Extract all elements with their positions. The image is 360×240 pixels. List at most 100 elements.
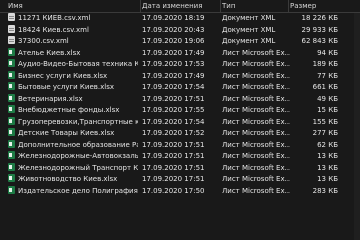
file-row[interactable]: 18424 Киев.csv.xml 17.09.2020 20:43 Докуме… [0, 24, 360, 37]
file-date: 17.09.2020 18:19 [142, 14, 205, 22]
excel-file-icon [8, 139, 15, 148]
file-date: 17.09.2020 17:50 [142, 186, 205, 195]
file-name-cell[interactable]: Аудио-Видео-Бытовая техника Киев.xlsx [8, 59, 138, 71]
file-row[interactable]: Бизнес услуги Киев.xlsx 17.09.2020 17:49 Л… [0, 70, 360, 83]
file-name-cell[interactable]: Грузоперевозки,Транспортные компан... [8, 116, 138, 129]
file-row[interactable]: Грузоперевозки,Транспортные компан... 17.… [0, 116, 360, 129]
column-divider[interactable] [220, 0, 221, 12]
file-name-cell[interactable]: Ателье Киев.xlsx [8, 47, 138, 60]
file-date: 17.09.2020 17:53 [142, 60, 205, 68]
file-row[interactable]: 37300.csv.xml 17.09.2020 19:06 Документ XM… [0, 36, 360, 48]
column-header-type[interactable]: Тип [222, 0, 288, 12]
file-size: 49 КБ [317, 94, 338, 103]
file-name-cell[interactable]: 18424 Киев.csv.xml [8, 24, 138, 37]
file-date: 17.09.2020 17:49 [142, 71, 205, 80]
file-row[interactable]: Бытовые услуги Киев.xlsx 17.09.2020 17:54… [0, 82, 360, 94]
file-name: Дополнительное образование Развива... [18, 140, 138, 149]
excel-file-icon [8, 151, 15, 159]
file-row[interactable]: Дополнительное образование Развива... 17.… [0, 139, 360, 152]
file-name: Железнодорожный Транспорт Киев.xl... [18, 163, 138, 172]
file-row[interactable]: Железнодорожный Транспорт Киев.xl... 17.0… [0, 162, 360, 175]
file-row[interactable]: Внебюджетные фонды.xlsx 17.09.2020 17:55 Л… [0, 105, 360, 117]
column-header-bar: Имя Дата изменения Тип Размер [0, 0, 360, 13]
file-list: 11271 КИЕВ.csv.xml 17.09.2020 18:19 Докуме… [0, 13, 360, 197]
file-name-cell[interactable]: Внебюджетные фонды.xlsx [8, 105, 138, 117]
file-row[interactable]: Животноводство Киев.xlsx 17.09.2020 17:51… [0, 174, 360, 186]
file-date: 17.09.2020 17:51 [142, 140, 205, 149]
file-row[interactable]: Ветеринария.xlsx 17.09.2020 17:51 Лист Mic… [0, 93, 360, 106]
file-date: 17.09.2020 17:55 [142, 106, 205, 114]
file-size: 13 КБ [317, 175, 338, 183]
file-date: 17.09.2020 17:54 [142, 83, 205, 91]
file-name-cell[interactable]: Детские Товары Киев.xlsx [8, 128, 138, 140]
file-name-cell[interactable]: Ветеринария.xlsx [8, 93, 138, 106]
file-size: 13 КБ [317, 152, 338, 160]
excel-file-icon [8, 59, 15, 67]
file-name: Ветеринария.xlsx [18, 94, 83, 103]
file-type: Лист Microsoft Ex... [222, 117, 290, 126]
file-date: 17.09.2020 17:51 [142, 152, 205, 160]
file-name-cell[interactable]: Железнодорожный Транспорт Киев.xl... [8, 162, 138, 175]
file-name-cell[interactable]: 11271 КИЕВ.csv.xml [8, 13, 138, 25]
file-row[interactable]: 11271 КИЕВ.csv.xml 17.09.2020 18:19 Докуме… [0, 13, 360, 25]
file-name-cell[interactable]: Бытовые услуги Киев.xlsx [8, 82, 138, 94]
excel-file-icon [8, 82, 15, 90]
file-size: 13 КБ [317, 163, 338, 172]
file-size: 15 КБ [317, 106, 338, 114]
file-name: Бытовые услуги Киев.xlsx [18, 83, 114, 91]
file-date: 17.09.2020 17:51 [142, 175, 205, 183]
file-type: Лист Microsoft Ex... [222, 129, 290, 137]
file-size: 283 КБ [312, 186, 338, 195]
file-name-cell[interactable]: 37300.csv.xml [8, 36, 138, 48]
file-name: Грузоперевозки,Транспортные компан... [18, 117, 138, 126]
file-name: Железнодорожные-Автовокзалы Киев... [18, 152, 138, 160]
file-name: Аудио-Видео-Бытовая техника Киев.xlsx [18, 60, 138, 68]
file-type: Лист Microsoft Ex... [222, 186, 290, 195]
excel-file-icon [8, 47, 15, 56]
file-size: 62 843 КБ [301, 37, 339, 45]
file-date: 17.09.2020 17:51 [142, 94, 205, 103]
column-header-size[interactable]: Размер [290, 0, 338, 12]
file-type: Лист Microsoft Ex... [222, 175, 290, 183]
vertical-scrollbar[interactable] [354, 13, 360, 240]
xml-file-icon [8, 24, 15, 33]
file-row[interactable]: Издательское дело Полиграфия Киев.... 17.… [0, 185, 360, 198]
file-name: Животноводство Киев.xlsx [18, 175, 118, 183]
file-size: 661 КБ [312, 83, 338, 91]
file-type: Документ XML [222, 14, 276, 22]
file-name-cell[interactable]: Бизнес услуги Киев.xlsx [8, 70, 138, 83]
file-name: 11271 КИЕВ.csv.xml [18, 14, 91, 22]
file-type: Документ XML [222, 37, 276, 45]
file-row[interactable]: Ателье Киев.xlsx 17.09.2020 17:49 Лист Mic… [0, 47, 360, 60]
column-header-name[interactable]: Имя [8, 0, 138, 12]
excel-file-icon [8, 185, 15, 194]
file-type: Лист Microsoft Ex... [222, 83, 290, 91]
column-divider[interactable] [288, 0, 289, 12]
file-name: 37300.csv.xml [18, 37, 69, 45]
file-row[interactable]: Железнодорожные-Автовокзалы Киев... 17.09… [0, 151, 360, 163]
file-name-cell[interactable]: Дополнительное образование Развива... [8, 139, 138, 152]
file-size: 18 226 КБ [301, 14, 339, 22]
file-row[interactable]: Детские Товары Киев.xlsx 17.09.2020 17:52… [0, 128, 360, 140]
file-type: Документ XML [222, 25, 276, 34]
column-header-date[interactable]: Дата изменения [142, 0, 220, 12]
file-type: Лист Microsoft Ex... [222, 60, 290, 68]
excel-file-icon [8, 93, 15, 102]
file-size: 189 КБ [312, 60, 338, 68]
file-name-cell[interactable]: Животноводство Киев.xlsx [8, 174, 138, 186]
file-type: Лист Microsoft Ex... [222, 163, 290, 172]
file-date: 17.09.2020 17:52 [142, 129, 205, 137]
excel-file-icon [8, 105, 15, 113]
file-name-cell[interactable]: Железнодорожные-Автовокзалы Киев... [8, 151, 138, 163]
file-type: Лист Microsoft Ex... [222, 71, 290, 80]
excel-file-icon [8, 128, 15, 136]
file-row[interactable]: Аудио-Видео-Бытовая техника Киев.xlsx 17.… [0, 59, 360, 71]
column-divider[interactable] [140, 0, 141, 12]
file-name-cell[interactable]: Издательское дело Полиграфия Киев.... [8, 185, 138, 198]
file-size: 277 КБ [312, 129, 338, 137]
file-size: 29 933 КБ [301, 25, 339, 34]
file-name: 18424 Киев.csv.xml [18, 25, 89, 34]
file-name: Внебюджетные фонды.xlsx [18, 106, 120, 114]
file-type: Лист Microsoft Ex... [222, 94, 290, 103]
file-name: Ателье Киев.xlsx [18, 48, 81, 57]
